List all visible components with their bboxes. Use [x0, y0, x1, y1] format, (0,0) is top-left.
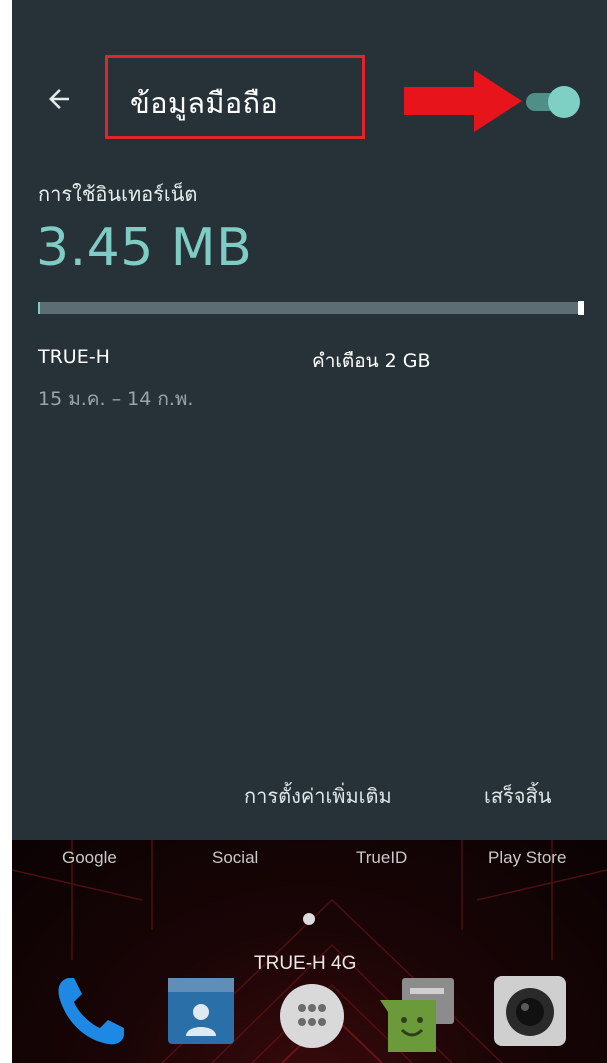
camera-icon[interactable]	[490, 970, 570, 1050]
mobile-data-toggle[interactable]	[524, 86, 580, 118]
contacts-icon[interactable]	[162, 970, 242, 1050]
app-label-play-store[interactable]: Play Store	[488, 848, 566, 868]
usage-progress-fill	[38, 302, 40, 314]
app-label-social[interactable]: Social	[212, 848, 258, 868]
back-button[interactable]	[42, 82, 76, 116]
app-drawer-icon[interactable]	[272, 970, 352, 1050]
phone-icon[interactable]	[50, 970, 130, 1050]
usage-label: การใช้อินเทอร์เน็ต	[38, 182, 198, 206]
app-label-google[interactable]: Google	[62, 848, 117, 868]
page-indicator	[303, 913, 315, 925]
page-title: ข้อมูลมือถือ	[130, 86, 279, 120]
app-label-trueid[interactable]: TrueID	[356, 848, 407, 868]
usage-limit-marker	[578, 301, 584, 315]
usage-amount: 3.45 MB	[36, 218, 253, 278]
billing-period: 15 ม.ค. – 14 ก.พ.	[38, 388, 194, 410]
home-screen: Google Social TrueID Play Store TRUE-H 4…	[12, 840, 607, 1063]
red-arrow-annotation	[404, 70, 522, 132]
messaging-icon[interactable]	[376, 970, 466, 1056]
usage-progress-bar	[38, 301, 584, 315]
carrier-name: TRUE-H	[38, 346, 110, 368]
more-settings-button[interactable]: การตั้งค่าเพิ่มเติม	[244, 780, 392, 812]
data-warning: คำเตือน 2 GB	[312, 350, 431, 372]
done-button[interactable]: เสร็จสิ้น	[484, 780, 551, 812]
arrow-left-icon	[49, 89, 69, 109]
toggle-thumb	[548, 86, 580, 118]
phone-screen: ข้อมูลมือถือ การใช้อินเทอร์เน็ต 3.45 MB …	[12, 0, 607, 1063]
mobile-data-dialog: ข้อมูลมือถือ การใช้อินเทอร์เน็ต 3.45 MB …	[12, 0, 607, 840]
carrier-label: TRUE-H 4G	[254, 953, 357, 974]
